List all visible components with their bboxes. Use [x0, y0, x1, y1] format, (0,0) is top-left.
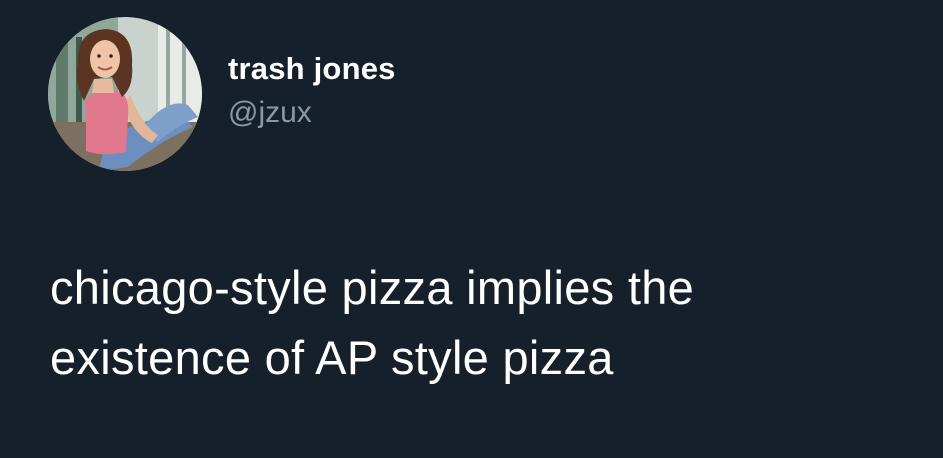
author-handle[interactable]: @jzux: [228, 95, 396, 131]
tweet-text-line: existence of AP style pizza: [50, 331, 614, 384]
author-display-name[interactable]: trash jones: [228, 50, 396, 88]
profile-photo-icon: [48, 17, 202, 171]
author-names: trash jones @jzux: [228, 50, 396, 131]
author-avatar[interactable]: [48, 17, 202, 171]
tweet-card: trash jones @jzux chicago-style pizza im…: [0, 0, 943, 458]
tweet-text: chicago-style pizza implies the existenc…: [50, 253, 930, 393]
tweet-text-line: chicago-style pizza implies the: [50, 261, 695, 314]
